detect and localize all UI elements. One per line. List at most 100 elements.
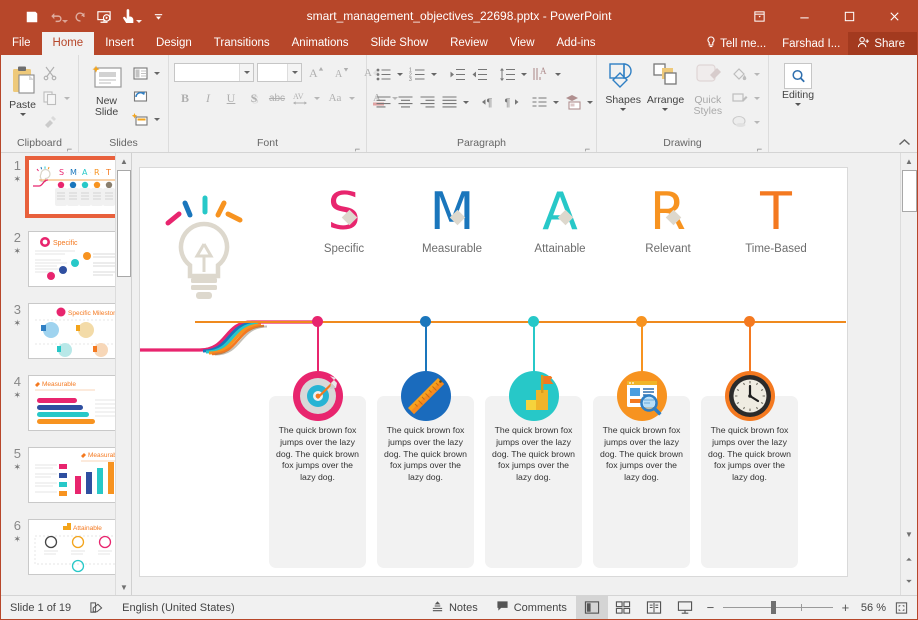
- slide-canvas[interactable]: S Specific M Measurable A Attainable R R…: [139, 167, 848, 577]
- character-spacing-dropdown[interactable]: [314, 96, 320, 100]
- arrange-dropdown[interactable]: [662, 108, 669, 111]
- next-slide-icon[interactable]: ⏷: [901, 574, 917, 590]
- smartart-icon[interactable]: [562, 91, 584, 113]
- tab-design[interactable]: Design: [145, 32, 203, 55]
- language-indicator[interactable]: English (United States): [113, 596, 244, 619]
- editing-dropdown[interactable]: [795, 103, 801, 106]
- font-name-input[interactable]: [174, 62, 254, 82]
- touch-mode-icon[interactable]: [117, 6, 142, 28]
- thumbnail-image[interactable]: Specific: [27, 231, 125, 287]
- share-button[interactable]: Share: [848, 32, 917, 55]
- close-icon[interactable]: [872, 1, 917, 32]
- shapes-button[interactable]: Shapes: [602, 59, 644, 111]
- thumbnail-image[interactable]: Attainable: [27, 519, 125, 575]
- change-case-dropdown[interactable]: [349, 96, 355, 100]
- paste-dropdown[interactable]: [19, 113, 26, 116]
- layout-button[interactable]: [129, 62, 151, 84]
- new-slide-button[interactable]: New Slide: [84, 62, 129, 118]
- fit-to-window-icon[interactable]: [892, 596, 917, 619]
- restore-icon[interactable]: [737, 1, 782, 32]
- justify-icon[interactable]: [438, 91, 460, 113]
- section-button[interactable]: [129, 108, 151, 130]
- zoom-thumb[interactable]: [770, 601, 776, 614]
- slideshow-icon[interactable]: [93, 6, 115, 28]
- shapes-dropdown[interactable]: [620, 108, 627, 111]
- normal-view-icon[interactable]: [576, 596, 608, 619]
- zoom-out-button[interactable]: −: [705, 600, 716, 615]
- text-direction-icon[interactable]: A: [530, 63, 552, 85]
- comments-button[interactable]: Comments: [487, 596, 576, 619]
- change-case-icon[interactable]: Aa: [324, 87, 346, 109]
- shape-outline-icon[interactable]: [729, 87, 751, 109]
- thumbnail-scrollbar[interactable]: ▲ ▼: [115, 153, 131, 595]
- format-painter-button[interactable]: [39, 112, 61, 134]
- align-right-icon[interactable]: [416, 91, 438, 113]
- text-direction-dropdown[interactable]: [555, 72, 561, 76]
- character-spacing-icon[interactable]: AV: [289, 87, 311, 109]
- tab-slide-show[interactable]: Slide Show: [360, 32, 440, 55]
- minimize-icon[interactable]: [782, 1, 827, 32]
- numbering-dropdown[interactable]: [431, 72, 437, 76]
- scroll-up-icon[interactable]: ▲: [901, 153, 917, 169]
- chevron-up-icon[interactable]: [898, 138, 911, 150]
- quick-styles-button[interactable]: Quick Styles: [687, 59, 729, 117]
- thumbnail-slide-6[interactable]: 6 ✶ Attainable: [1, 513, 131, 585]
- line-spacing-icon[interactable]: [496, 63, 518, 85]
- copy-button[interactable]: [39, 87, 61, 109]
- shape-outline-dropdown[interactable]: [753, 96, 760, 100]
- bullets-dropdown[interactable]: [397, 72, 403, 76]
- cut-button[interactable]: [39, 62, 61, 84]
- smartart-dropdown[interactable]: [587, 100, 593, 104]
- slide-sorter-icon[interactable]: [608, 596, 639, 619]
- zoom-track[interactable]: [722, 601, 833, 614]
- align-left-icon[interactable]: [372, 91, 394, 113]
- customize-quick-access-toolbar[interactable]: [147, 6, 169, 28]
- section-dropdown[interactable]: [154, 117, 160, 121]
- tab-review[interactable]: Review: [439, 32, 499, 55]
- thumbnail-image[interactable]: S M A R T: [24, 156, 129, 218]
- shape-fill-icon[interactable]: [729, 63, 751, 85]
- thumbnail-image[interactable]: Specific Milestones: [27, 303, 125, 359]
- numbering-icon[interactable]: 123: [406, 63, 428, 85]
- bold-icon[interactable]: B: [174, 87, 196, 109]
- clipboard-dialog-launcher[interactable]: ⌐: [65, 142, 74, 154]
- shape-fill-dropdown[interactable]: [753, 72, 760, 76]
- previous-slide-icon[interactable]: ⏶: [901, 552, 917, 568]
- align-center-icon[interactable]: [394, 91, 416, 113]
- tab-file[interactable]: File: [1, 32, 42, 55]
- redo-icon[interactable]: [69, 6, 91, 28]
- bullets-icon[interactable]: [372, 63, 394, 85]
- zoom-in-button[interactable]: +: [840, 600, 851, 615]
- scroll-down-icon[interactable]: ▼: [116, 579, 131, 595]
- slideshow-view-icon[interactable]: [670, 596, 701, 619]
- editing-button[interactable]: Editing: [774, 61, 822, 106]
- thumbnail-image[interactable]: Measurable: [27, 447, 125, 503]
- tell-me-search[interactable]: Tell me...: [698, 35, 774, 52]
- decrease-indent-icon[interactable]: [446, 63, 468, 85]
- underline-icon[interactable]: U: [220, 87, 242, 109]
- spell-check-icon[interactable]: [80, 596, 113, 619]
- undo-icon[interactable]: [45, 6, 68, 28]
- ltr-paragraph-icon[interactable]: ¶: [478, 91, 500, 113]
- font-size-input[interactable]: [257, 62, 302, 82]
- maximize-icon[interactable]: [827, 1, 872, 32]
- thumbnail-image[interactable]: Measurable: [27, 375, 125, 431]
- font-dialog-launcher[interactable]: ⌐: [353, 142, 362, 154]
- notes-button[interactable]: Notes: [422, 596, 487, 619]
- thumbnail-slide-2[interactable]: 2 ✶ Specific: [1, 225, 131, 297]
- reset-button[interactable]: [129, 85, 151, 107]
- align-text-icon[interactable]: [528, 91, 550, 113]
- font-size-dropdown[interactable]: [287, 63, 301, 81]
- zoom-level[interactable]: 56 %: [855, 596, 892, 619]
- italic-icon[interactable]: I: [197, 87, 219, 109]
- thumbnail-slide-5[interactable]: 5 ✶ Measurable: [1, 441, 131, 513]
- zoom-slider[interactable]: − +: [701, 600, 855, 615]
- layout-dropdown[interactable]: [154, 71, 160, 75]
- reading-view-icon[interactable]: [639, 596, 670, 619]
- user-account[interactable]: Farshad I...: [774, 38, 848, 50]
- tab-transitions[interactable]: Transitions: [203, 32, 281, 55]
- tab-home[interactable]: Home: [41, 32, 95, 55]
- shape-effects-icon[interactable]: [729, 111, 751, 133]
- decrease-font-icon[interactable]: A: [330, 61, 352, 83]
- scroll-up-icon[interactable]: ▲: [116, 153, 131, 169]
